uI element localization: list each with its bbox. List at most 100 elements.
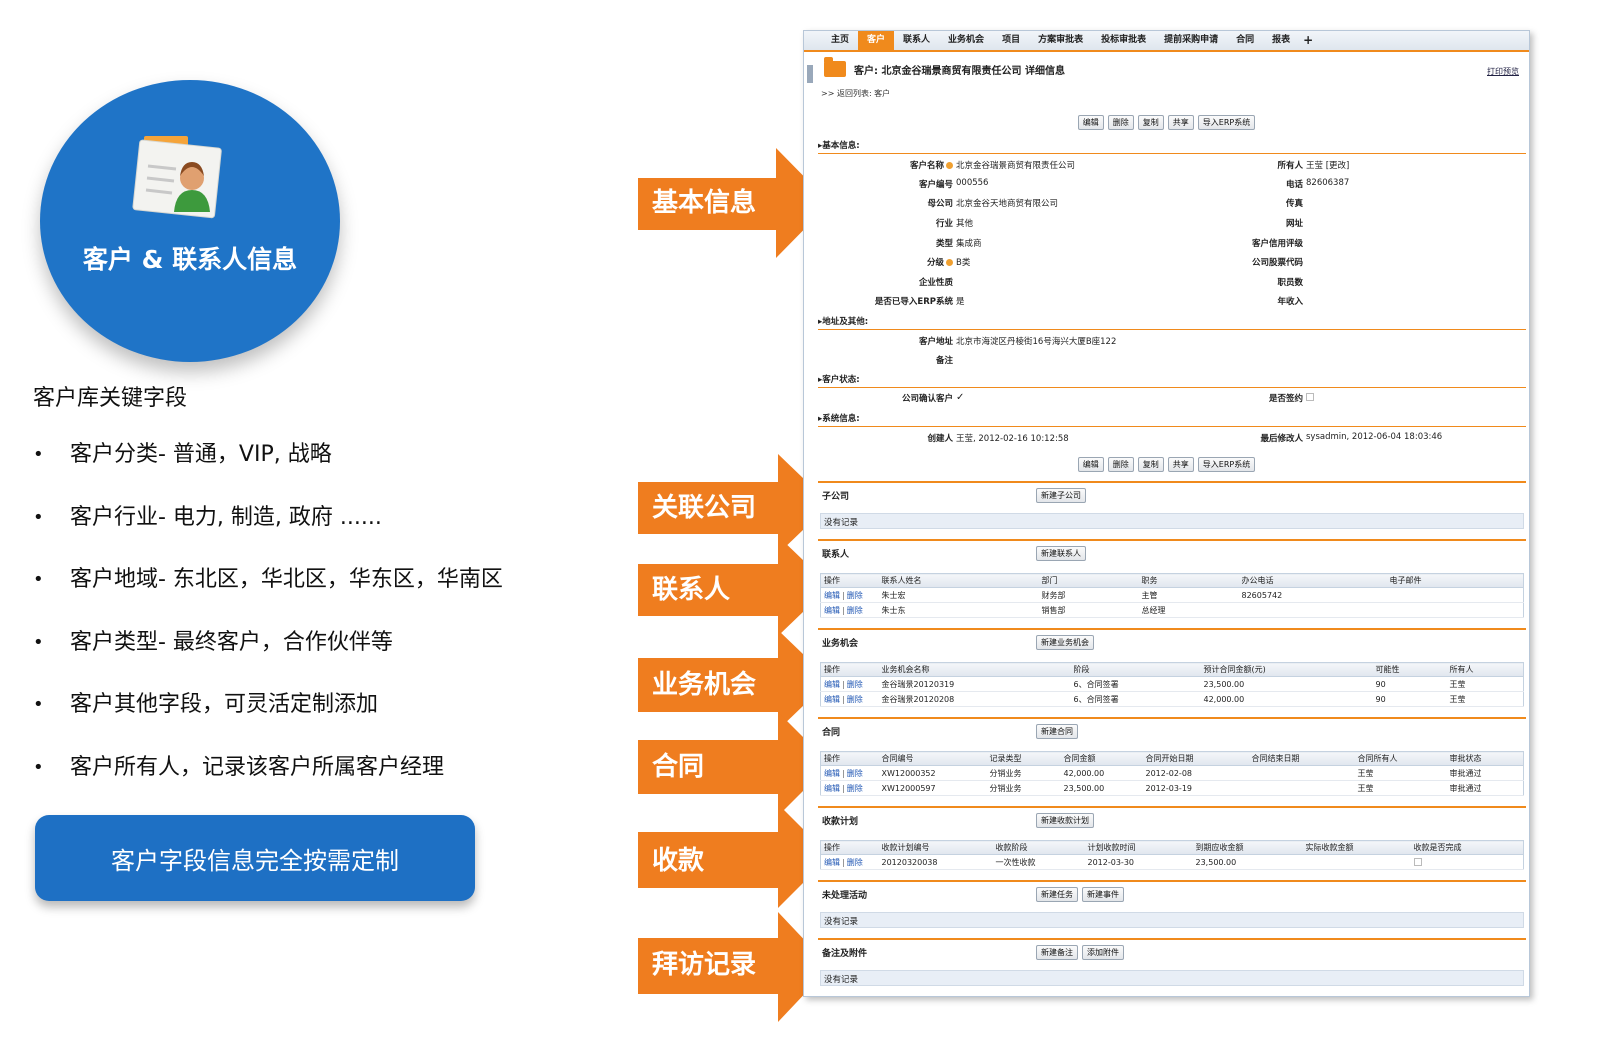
new-note-button[interactable]: 新建备注 [1036, 945, 1078, 960]
folder-icon [824, 57, 846, 77]
field-row: 公司确认客户 ✓ 是否签约 [818, 392, 1526, 411]
import-erp-button[interactable]: 导入ERP系统 [1197, 457, 1256, 472]
subsidiary-section: 子公司 新建子公司 没有记录 [818, 481, 1526, 537]
contracts-table: 操作 合同编号 记录类型 合同金额 合同开始日期 合同结束日期 合同所有人 审批状态 编辑 | 删… [820, 751, 1524, 796]
copy-button[interactable]: 复制 [1137, 457, 1164, 472]
edit-button[interactable]: 编辑 [1077, 457, 1104, 472]
field-row: 客户编号 000556 电话 82606387 [918, 178, 1350, 190]
row-edit-link[interactable]: 编辑 [824, 784, 840, 793]
row-delete-link[interactable]: 删除 [847, 680, 863, 689]
row-delete-link[interactable]: 删除 [847, 591, 863, 600]
contracts-section: 合同 新建合同 操作 合同编号 记录类型 合同金额 合同开始日期 合同结束日期 合同所有人审… [818, 717, 1526, 805]
field-row: 企业性质 职员数 [918, 278, 1303, 288]
new-contract-button[interactable]: 新建合同 [1036, 724, 1078, 739]
list-item: • 客户所有人，记录该客户所属客户经理 [33, 754, 445, 780]
tab-solution-approval[interactable]: 方案审批表 [1029, 32, 1092, 50]
key-fields-list: • 客户分类- 普通，VIP, 战略 • 客户行业- 电力, 制造, 政府 ....… [33, 440, 503, 815]
field-row: 客户名称 北京金谷瑞景商贸有限责任公司 所有人 王莹 [更改] [909, 159, 1350, 171]
row-delete-link[interactable]: 删除 [847, 858, 863, 867]
tab-reports[interactable]: 报表 [1263, 32, 1299, 50]
row-edit-link[interactable]: 编辑 [824, 606, 840, 615]
top-navigation: 主页 客户 联系人 业务机会 项目 方案审批表 投标审批表 提前采购申请 合同 … [804, 31, 1529, 52]
crm-detail-window: 主页 客户 联系人 业务机会 项目 方案审批表 投标审批表 提前采购申请 合同 … [803, 30, 1530, 997]
new-opportunity-button[interactable]: 新建业务机会 [1036, 635, 1094, 650]
table-row: 编辑 | 删除 XW12000597 分销业务 23,500.00 2012-03-19 王… [820, 780, 1524, 796]
tab-contacts[interactable]: 联系人 [894, 32, 939, 50]
list-item: • 客户分类- 普通，VIP, 战略 [33, 442, 332, 467]
table-row: 编辑 | 删除 朱士宏 财务部 主管 82605742 [820, 587, 1524, 603]
custom-fields-button[interactable]: 客户字段信息完全按需定制 [35, 815, 475, 901]
import-erp-button[interactable]: 导入ERP系统 [1197, 115, 1256, 130]
back-to-list-link[interactable]: >> 返回列表: 客户 [821, 88, 890, 99]
share-button[interactable]: 共享 [1167, 115, 1194, 130]
row-delete-link[interactable]: 删除 [847, 695, 863, 704]
new-event-button[interactable]: 新建事件 [1082, 887, 1124, 902]
new-subsidiary-button[interactable]: 新建子公司 [1036, 488, 1086, 503]
payments-section: 收款计划 新建收款计划 操作 收款计划编号 收款阶段 计划收款时间 到期应收金额 实际收款… [818, 806, 1526, 878]
section-address[interactable]: ▸地址及其他: [818, 315, 1526, 330]
table-row: 编辑 | 删除 XW12000352 分销业务 42,000.00 2012-02-08 王… [820, 765, 1524, 781]
empty-message: 没有记录 [820, 912, 1524, 928]
check-icon: ✓ [956, 392, 965, 403]
required-icon [946, 259, 953, 266]
circle-title: 客户 & 联系人信息 [82, 245, 298, 274]
signed-checkbox [1306, 392, 1314, 401]
field-row: 行业 其他 网址 [935, 219, 1303, 229]
section-status[interactable]: ▸客户状态: [818, 373, 1526, 388]
activities-section: 未处理活动 新建任务 新建事件 没有记录 [818, 880, 1526, 936]
field-row: 创建人 王莹, 2012-02-16 10:12:58 最后修改人 sysadm… [927, 432, 1443, 444]
customer-contact-circle: 客户 & 联系人信息 [40, 80, 340, 362]
payments-table: 操作 收款计划编号 收款阶段 计划收款时间 到期应收金额 实际收款金额 收款是否完成 编辑 |… [820, 840, 1524, 870]
tab-opportunities[interactable]: 业务机会 [939, 32, 993, 50]
payment-complete-checkbox [1413, 858, 1422, 866]
required-icon [946, 162, 953, 169]
row-delete-link[interactable]: 删除 [847, 606, 863, 615]
row-delete-link[interactable]: 删除 [847, 784, 863, 793]
add-attachment-button[interactable]: 添加附件 [1082, 945, 1124, 960]
share-button[interactable]: 共享 [1167, 457, 1194, 472]
row-edit-link[interactable]: 编辑 [824, 591, 840, 600]
contacts-table: 操作 联系人姓名 部门 职务 办公电话 电子邮件 编辑 | 删除 朱士宏 财务部 主管 826057… [820, 573, 1524, 618]
add-tab-icon[interactable]: + [1299, 33, 1317, 50]
opportunities-section: 业务机会 新建业务机会 操作 业务机会名称 阶段 预计合同金额(元) 可能性 所有人 编辑… [818, 628, 1526, 716]
delete-button[interactable]: 删除 [1107, 115, 1134, 130]
tab-bid-approval[interactable]: 投标审批表 [1092, 32, 1155, 50]
delete-button[interactable]: 删除 [1107, 457, 1134, 472]
list-item: • 客户行业- 电力, 制造, 政府 ...... [33, 504, 382, 530]
tab-home[interactable]: 主页 [822, 32, 858, 50]
contacts-section: 联系人 新建联系人 操作 联系人姓名 部门 职务 办公电话 电子邮件 编辑 | 删除 朱士宏财… [818, 539, 1526, 627]
section-system[interactable]: ▸系统信息: [818, 412, 1526, 427]
edit-button[interactable]: 编辑 [1077, 115, 1104, 130]
field-row: 是否已导入ERP系统 是 年收入 [874, 297, 1303, 307]
row-edit-link[interactable]: 编辑 [824, 858, 840, 867]
tab-early-purchase[interactable]: 提前采购申请 [1155, 32, 1227, 50]
row-delete-link[interactable]: 删除 [847, 769, 863, 778]
field-row: 类型 集成商 客户信用评级 [935, 239, 1303, 249]
tab-contracts[interactable]: 合同 [1227, 32, 1263, 50]
tab-projects[interactable]: 项目 [993, 32, 1029, 50]
record-header: 客户: 北京金谷瑞景商贸有限责任公司 详细信息 [824, 57, 1065, 77]
page-title: 客户: 北京金谷瑞景商贸有限责任公司 详细信息 [854, 65, 1065, 77]
sidebar-toggle-handle[interactable] [807, 65, 813, 83]
table-row: 编辑 | 删除 朱士东 销售部 总经理 [820, 602, 1524, 618]
row-edit-link[interactable]: 编辑 [824, 680, 840, 689]
list-item: • 客户其他字段，可灵活定制添加 [33, 692, 379, 717]
tab-customer[interactable]: 客户 [858, 31, 895, 50]
table-row: 编辑 | 删除 金谷瑞景20120208 6、合同签署 42,000.00 90 王莹 [820, 691, 1524, 707]
table-row: 编辑 | 删除 金谷瑞景20120319 6、合同签署 23,500.00 90 王莹 [820, 676, 1524, 692]
list-item: • 客户类型- 最终客户，合作伙伴等 [33, 629, 393, 655]
empty-message: 没有记录 [820, 513, 1524, 529]
new-contact-button[interactable]: 新建联系人 [1036, 546, 1086, 561]
print-preview-link[interactable]: 打印预览 [1487, 66, 1519, 77]
owner-value[interactable]: 王莹 [更改] [1306, 159, 1349, 171]
new-payment-plan-button[interactable]: 新建收款计划 [1036, 813, 1094, 828]
contact-card-icon [132, 136, 222, 219]
field-row: 备注 [935, 356, 953, 366]
key-fields-heading: 客户库关键字段 [33, 386, 188, 411]
new-task-button[interactable]: 新建任务 [1036, 887, 1078, 902]
copy-button[interactable]: 复制 [1137, 115, 1164, 130]
section-basic-info[interactable]: ▸基本信息: [818, 139, 1526, 154]
list-item: • 客户地域- 东北区，华北区，华东区，华南区 [33, 567, 503, 592]
row-edit-link[interactable]: 编辑 [824, 695, 840, 704]
row-edit-link[interactable]: 编辑 [824, 769, 840, 778]
